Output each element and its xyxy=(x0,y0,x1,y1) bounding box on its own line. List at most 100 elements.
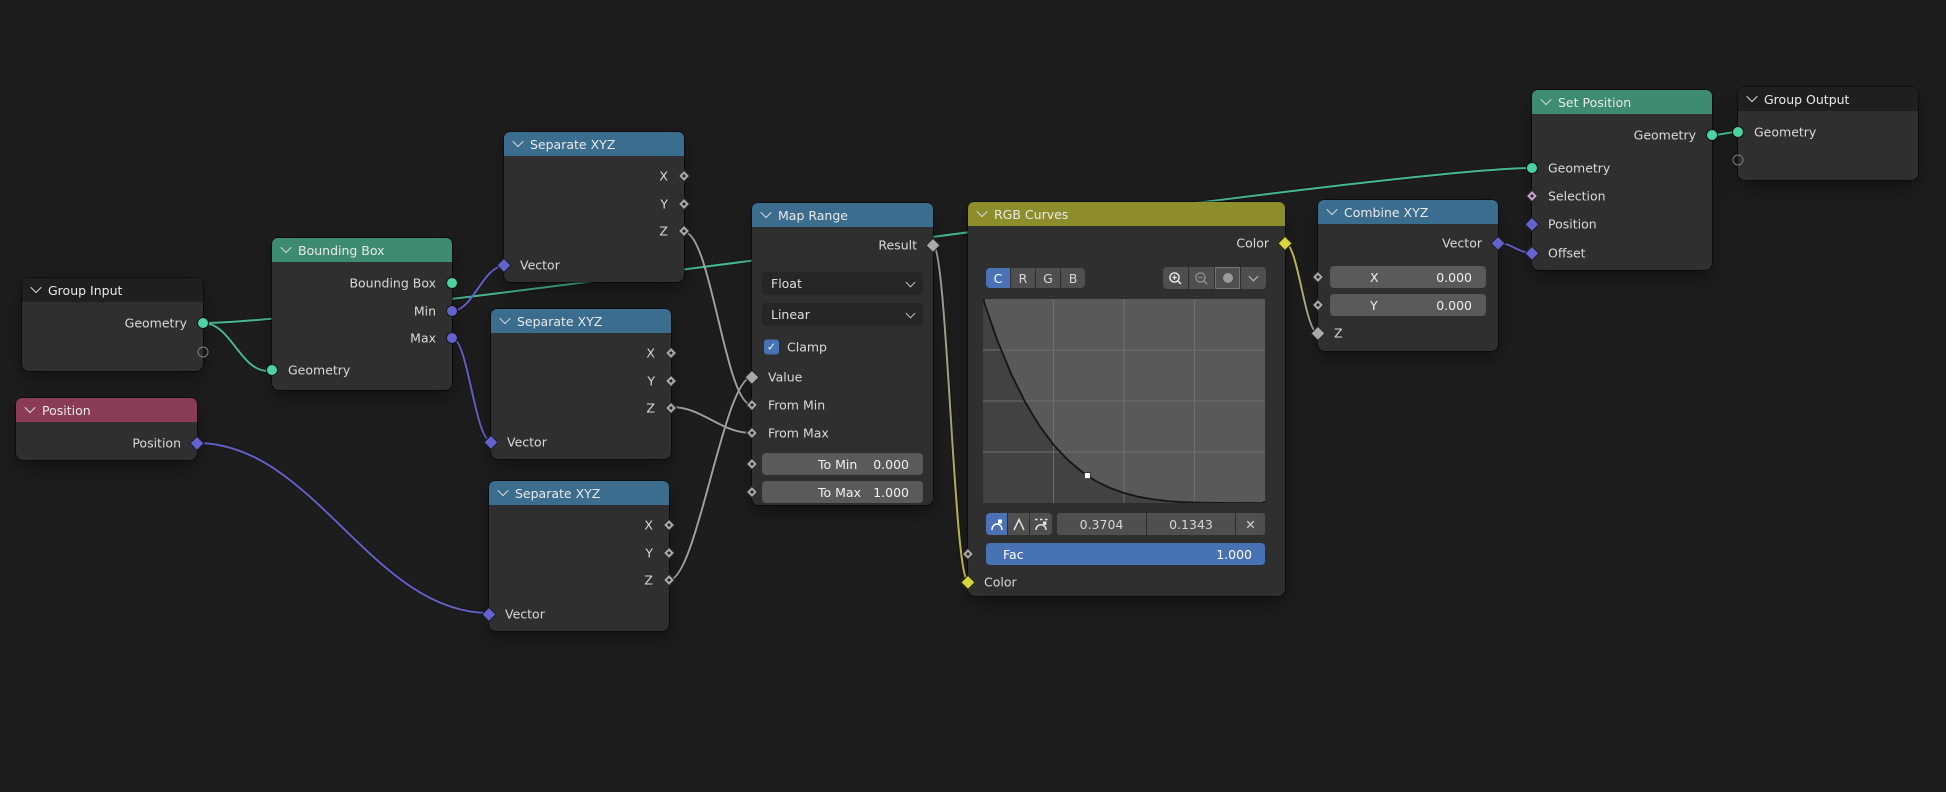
output-label-position: Position xyxy=(132,436,181,451)
node-set-position[interactable]: Set Position Geometry Geometry Selection… xyxy=(1532,90,1712,270)
output-label-vector: Vector xyxy=(1442,236,1482,251)
input-label-from-min: From Min xyxy=(768,398,825,413)
y-field[interactable]: Y 0.000 xyxy=(1330,294,1486,316)
geometry-output-socket[interactable] xyxy=(197,317,209,329)
wire-separate2z-to-frommax xyxy=(671,407,752,433)
zoom-in-button[interactable] xyxy=(1163,267,1188,289)
point-y-value: 0.1343 xyxy=(1169,517,1213,532)
fac-slider[interactable]: Fac 1.000 xyxy=(986,543,1265,565)
node-title: Group Output xyxy=(1764,92,1849,107)
zoom-out-button[interactable] xyxy=(1189,267,1214,289)
sample-point-button[interactable] xyxy=(1215,267,1240,289)
handle-auto-button[interactable] xyxy=(986,513,1007,535)
collapse-chevron-icon[interactable] xyxy=(512,135,523,146)
clamp-label: Clamp xyxy=(787,340,827,355)
node-header[interactable]: Set Position xyxy=(1532,90,1712,114)
node-group-output[interactable]: Group Output Geometry xyxy=(1738,87,1918,180)
geometry-input-socket[interactable] xyxy=(1732,126,1744,138)
handle-auto-clamped-button[interactable] xyxy=(1030,513,1052,535)
data-type-value: Float xyxy=(771,276,802,291)
collapse-chevron-icon[interactable] xyxy=(1746,90,1757,101)
point-y-field[interactable]: 0.1343 xyxy=(1147,513,1235,535)
curve-options-button[interactable] xyxy=(1241,267,1266,289)
node-position[interactable]: Position Position xyxy=(16,398,197,460)
wire-max-to-separate2 xyxy=(452,338,491,441)
collapse-chevron-icon[interactable] xyxy=(760,206,771,217)
output-label-min: Min xyxy=(414,304,436,319)
node-header[interactable]: Map Range xyxy=(752,203,933,227)
collapse-chevron-icon[interactable] xyxy=(24,401,35,412)
node-header[interactable]: Group Output xyxy=(1738,87,1918,111)
output-label-z: Z xyxy=(646,401,655,416)
output-label-geometry: Geometry xyxy=(125,316,187,331)
channel-b-button[interactable]: B xyxy=(1061,268,1085,288)
collapse-chevron-icon[interactable] xyxy=(1540,93,1551,104)
node-separate-xyz-2[interactable]: Separate XYZ X Y Z Vector xyxy=(491,309,671,459)
node-header[interactable]: Group Input xyxy=(22,278,203,302)
node-header[interactable]: Position xyxy=(16,398,197,422)
extend-output-socket[interactable] xyxy=(198,347,209,358)
input-label-offset: Offset xyxy=(1548,246,1586,261)
channel-c-button[interactable]: C xyxy=(986,268,1010,288)
chevron-down-icon xyxy=(906,308,916,318)
to-min-field[interactable]: To Min 0.000 xyxy=(762,453,923,475)
collapse-chevron-icon[interactable] xyxy=(976,205,987,216)
delete-point-button[interactable]: ✕ xyxy=(1236,513,1265,535)
output-label-x: X xyxy=(646,346,655,361)
node-header[interactable]: Separate XYZ xyxy=(491,309,671,333)
curve-widget[interactable] xyxy=(983,299,1265,503)
output-label-x: X xyxy=(659,169,668,184)
max-output-socket[interactable] xyxy=(446,332,458,344)
input-label-geometry: Geometry xyxy=(1754,125,1816,140)
clamp-checkbox-row[interactable]: ✓ Clamp xyxy=(764,340,827,355)
node-header[interactable]: Bounding Box xyxy=(272,238,452,262)
output-label-y: Y xyxy=(647,374,655,389)
clamp-checkbox[interactable]: ✓ xyxy=(764,340,779,355)
node-editor-canvas[interactable]: Group Input Geometry Position Position B… xyxy=(0,0,1946,792)
x-value: 0.000 xyxy=(1436,270,1472,285)
node-rgb-curves[interactable]: RGB Curves Color C R G B xyxy=(968,202,1285,596)
geometry-input-socket[interactable] xyxy=(1526,162,1538,174)
bounding-box-output-socket[interactable] xyxy=(446,277,458,289)
extend-input-socket[interactable] xyxy=(1733,155,1744,166)
handle-vector-button[interactable] xyxy=(1008,513,1029,535)
geometry-output-socket[interactable] xyxy=(1706,129,1718,141)
node-title: Separate XYZ xyxy=(517,314,602,329)
node-title: Combine XYZ xyxy=(1344,205,1428,220)
channel-r-button[interactable]: R xyxy=(1011,268,1035,288)
node-combine-xyz[interactable]: Combine XYZ Vector X 0.000 Y 0.000 Z xyxy=(1318,200,1498,351)
zoom-out-icon xyxy=(1194,271,1209,286)
node-bounding-box[interactable]: Bounding Box Bounding Box Min Max Geomet… xyxy=(272,238,452,390)
collapse-chevron-icon[interactable] xyxy=(1326,203,1337,214)
fac-label: Fac xyxy=(1003,547,1024,562)
input-label-geometry: Geometry xyxy=(1548,161,1610,176)
to-min-value: 0.000 xyxy=(873,457,909,472)
node-group-input[interactable]: Group Input Geometry xyxy=(22,278,203,371)
node-separate-xyz-3[interactable]: Separate XYZ X Y Z Vector xyxy=(489,481,669,631)
to-max-value: 1.000 xyxy=(873,485,909,500)
point-x-field[interactable]: 0.3704 xyxy=(1057,513,1146,535)
node-header[interactable]: Separate XYZ xyxy=(489,481,669,505)
node-header[interactable]: RGB Curves xyxy=(968,202,1285,226)
interpolation-value: Linear xyxy=(771,307,810,322)
selected-curve-point xyxy=(1084,473,1090,479)
node-header[interactable]: Separate XYZ xyxy=(504,132,684,156)
input-label-vector: Vector xyxy=(505,607,545,622)
channel-g-button[interactable]: G xyxy=(1036,268,1060,288)
input-label-from-max: From Max xyxy=(768,426,829,441)
data-type-dropdown[interactable]: Float xyxy=(762,272,923,295)
collapse-chevron-icon[interactable] xyxy=(499,312,510,323)
node-separate-xyz-1[interactable]: Separate XYZ X Y Z Vector xyxy=(504,132,684,282)
collapse-chevron-icon[interactable] xyxy=(30,281,41,292)
geometry-input-socket[interactable] xyxy=(266,364,278,376)
min-output-socket[interactable] xyxy=(446,305,458,317)
node-header[interactable]: Combine XYZ xyxy=(1318,200,1498,224)
wire-curvescolor-to-combinez xyxy=(1285,243,1318,333)
handle-auto-icon xyxy=(990,517,1004,532)
collapse-chevron-icon[interactable] xyxy=(497,484,508,495)
collapse-chevron-icon[interactable] xyxy=(280,241,291,252)
x-field[interactable]: X 0.000 xyxy=(1330,266,1486,288)
to-max-field[interactable]: To Max 1.000 xyxy=(762,481,923,503)
interpolation-dropdown[interactable]: Linear xyxy=(762,303,923,326)
node-map-range[interactable]: Map Range Result Float Linear ✓ Clamp Va… xyxy=(752,203,933,505)
